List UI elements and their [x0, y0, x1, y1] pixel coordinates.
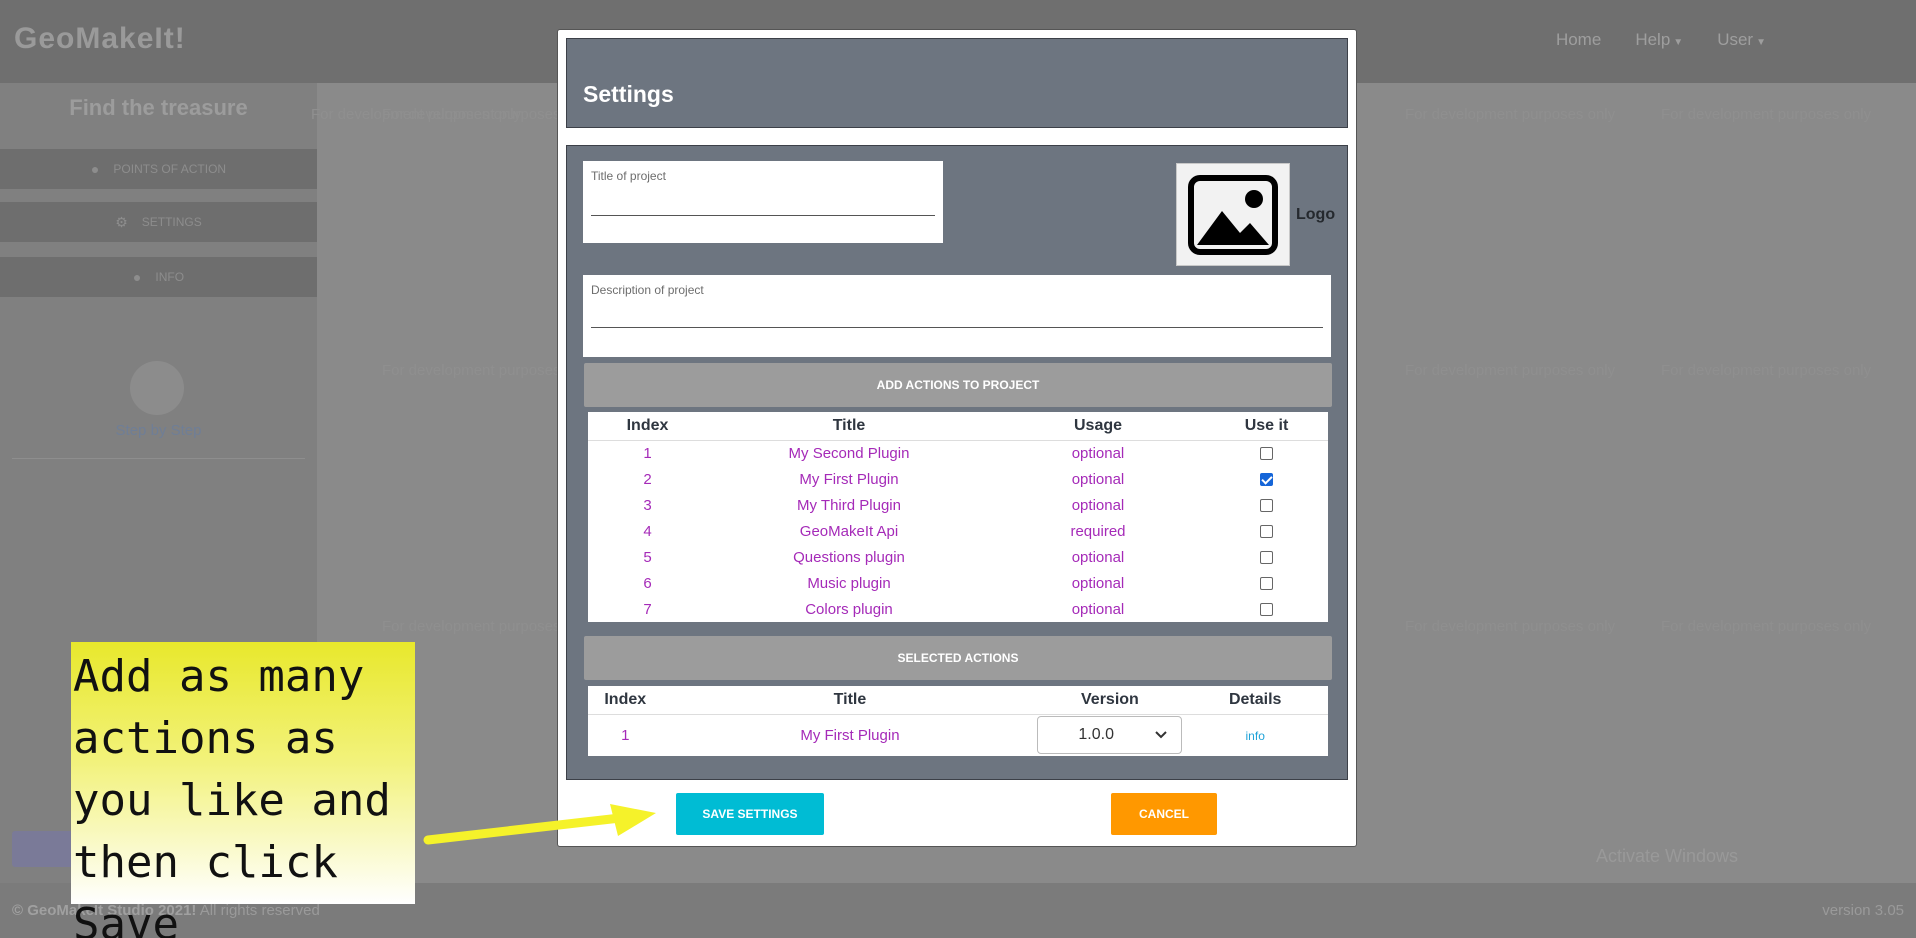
caret-down-icon: ▼ — [1756, 37, 1766, 48]
column-header: Version — [1037, 686, 1183, 715]
project-description-field[interactable]: Description of project — [583, 275, 1331, 357]
use-it-checkbox[interactable] — [1260, 603, 1273, 617]
sidebar-item-label: INFO — [155, 270, 185, 284]
column-header: Details — [1182, 686, 1328, 715]
column-header: Index — [588, 412, 707, 441]
table-row: 1 My Second Plugin optional — [588, 440, 1328, 466]
row-title: Colors plugin — [805, 600, 893, 618]
caret-down-icon: ▼ — [1673, 37, 1684, 48]
column-header: Usage — [991, 412, 1205, 441]
column-header: Title — [662, 686, 1038, 715]
row-title: My Third Plugin — [797, 496, 901, 514]
project-title: Find the treasure — [69, 95, 248, 120]
row-title: Questions plugin — [793, 548, 905, 566]
row-index: 1 — [621, 726, 630, 744]
cancel-button[interactable]: CANCEL — [1111, 793, 1217, 835]
nav-help[interactable]: Help ▼ — [1635, 30, 1683, 50]
row-index: 5 — [643, 548, 652, 566]
use-it-checkbox[interactable] — [1260, 577, 1273, 591]
gear-icon: ⚙ — [115, 213, 128, 230]
save-settings-button[interactable]: SAVE SETTINGS — [676, 793, 824, 835]
version-select[interactable]: 1.0.0 — [1037, 716, 1183, 755]
row-index: 7 — [643, 600, 652, 618]
row-usage: optional — [1071, 600, 1125, 618]
sidebar-item-info[interactable]: ● INFO — [0, 257, 317, 297]
version-value: 1.0.0 — [1078, 726, 1114, 744]
nav-user[interactable]: User ▼ — [1717, 30, 1766, 50]
add-actions-button[interactable]: ADD ACTIONS TO PROJECT — [584, 363, 1332, 407]
row-usage: optional — [1071, 470, 1125, 488]
table-row: 6 Music plugin optional — [588, 570, 1328, 596]
map-pin-icon: ● — [90, 161, 100, 177]
map-watermark: For development purposes only — [1405, 106, 1616, 123]
settings-modal: Settings Title of project Logo Descripti… — [557, 29, 1357, 847]
sidebar-item-label: SETTINGS — [141, 215, 202, 229]
row-usage: optional — [1071, 574, 1125, 592]
use-it-checkbox[interactable] — [1260, 499, 1273, 513]
row-index: 1 — [643, 444, 652, 462]
row-index: 3 — [643, 496, 652, 514]
selected-actions-table: Index Title Version Details 1 My First P… — [588, 686, 1328, 756]
nav-links: Home Help ▼ User ▼ — [1556, 30, 1766, 50]
table-row: 7 Colors plugin optional — [588, 596, 1328, 622]
row-index: 2 — [643, 470, 652, 488]
project-title-field[interactable]: Title of project — [583, 161, 943, 243]
info-icon: ● — [132, 269, 142, 285]
column-header: Use it — [1205, 412, 1328, 441]
table-row: 1 My First Plugin 1.0.0 info — [588, 714, 1328, 756]
use-it-checkbox[interactable] — [1260, 551, 1273, 565]
chevron-down-icon — [1155, 731, 1168, 739]
table-row: 5 Questions plugin optional — [588, 544, 1328, 570]
selected-actions-button[interactable]: SELECTED ACTIONS — [584, 636, 1332, 680]
sidebar-item-points-of-action[interactable]: ● POINTS OF ACTION — [0, 149, 317, 189]
column-header: Title — [707, 412, 991, 441]
row-title: My First Plugin — [800, 726, 900, 744]
use-it-checkbox[interactable] — [1260, 473, 1273, 487]
map-watermark: For development purposes only — [1661, 106, 1872, 123]
image-icon — [1188, 174, 1278, 255]
row-usage: required — [1070, 522, 1126, 540]
row-usage: optional — [1071, 548, 1125, 566]
dragon-image — [130, 361, 184, 415]
row-usage: optional — [1071, 496, 1125, 514]
activate-windows-text: Activate Windows — [1596, 846, 1739, 866]
sidebar-item-label: POINTS OF ACTION — [113, 162, 227, 176]
row-usage: optional — [1071, 444, 1125, 462]
table-row: 2 My First Plugin optional — [588, 466, 1328, 492]
modal-body: Title of project Logo Description of pro… — [566, 145, 1348, 780]
map-watermark: For development purposes only — [1661, 362, 1872, 379]
row-title: My Second Plugin — [788, 444, 910, 462]
logo-upload[interactable] — [1176, 163, 1290, 266]
logo-label: Logo — [1296, 206, 1336, 223]
map-watermark: For development purposes only — [1661, 618, 1872, 635]
use-it-checkbox[interactable] — [1260, 447, 1273, 461]
brand-logo[interactable]: GeoMakeIt! — [14, 22, 186, 56]
actions-table: Index Title Usage Use it 1 My Second Plug… — [588, 412, 1328, 622]
modal-title: Settings — [583, 81, 674, 107]
step-by-step-link[interactable]: Step by Step — [0, 422, 317, 439]
project-description-label: Description of project — [591, 283, 704, 297]
row-title: Music plugin — [807, 574, 891, 592]
table-row: 4 GeoMakeIt Api required — [588, 518, 1328, 544]
info-link[interactable]: info — [1246, 729, 1265, 743]
map-watermark: For development purposes only — [1405, 362, 1616, 379]
tutorial-arrow-icon — [423, 804, 656, 845]
sidebar-item-settings[interactable]: ⚙ SETTINGS — [0, 202, 317, 242]
modal-header: Settings — [566, 38, 1348, 128]
tutorial-tip: Add as many actions as you like and then… — [71, 642, 415, 938]
use-it-checkbox[interactable] — [1260, 525, 1273, 539]
row-index: 4 — [643, 522, 652, 540]
project-title-label: Title of project — [591, 169, 666, 183]
column-header: Index — [588, 686, 663, 715]
row-title: My First Plugin — [799, 470, 899, 488]
row-index: 6 — [643, 574, 652, 592]
row-title: GeoMakeIt Api — [799, 522, 899, 540]
map-watermark: For development purposes only — [1405, 618, 1616, 635]
nav-home[interactable]: Home — [1556, 30, 1601, 50]
divider — [12, 458, 305, 459]
footer-version: version 3.05 — [1822, 902, 1904, 919]
table-row: 3 My Third Plugin optional — [588, 492, 1328, 518]
